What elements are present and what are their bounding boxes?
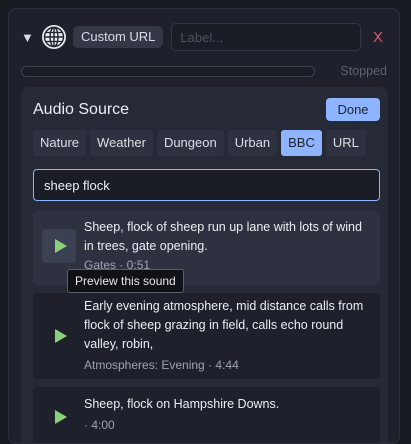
globe-icon [42,25,66,49]
result-meta: Atmospheres: Evening · 4:44 [84,358,239,372]
category-tabs: Nature Weather Dungeon Urban BBC URL [33,130,366,156]
progress-bar [21,65,315,77]
result-title: Sheep, flock on Hampshire Downs. [84,397,280,411]
tab-dungeon[interactable]: Dungeon [156,130,224,156]
play-button[interactable] [42,400,76,434]
triangle-down-icon[interactable]: ▼ [21,31,35,44]
tab-url[interactable]: URL [325,130,366,156]
play-button[interactable] [42,229,76,263]
tab-nature[interactable]: Nature [33,130,87,156]
tab-urban[interactable]: Urban [227,130,278,156]
play-icon [54,410,67,424]
audio-source-box: Audio Source Done Nature Weather Dungeon… [21,87,388,443]
status-row: Stopped [21,63,387,79]
source-type-badge: Custom URL [73,26,164,48]
status-text: Stopped [340,64,387,78]
play-button[interactable] [42,319,76,353]
tab-weather[interactable]: Weather [90,130,153,156]
panel-header: ▼ Custom URL X [21,23,387,51]
label-input[interactable] [171,23,362,51]
result-item[interactable]: Early evening atmosphere, mid distance c… [33,293,380,379]
play-icon [54,239,67,253]
preview-tooltip: Preview this sound [67,269,184,293]
search-input[interactable] [33,169,380,201]
result-title: Sheep, flock of sheep run up lane with l… [84,220,362,253]
audio-source-title: Audio Source [33,101,130,118]
result-meta: · 4:00 [84,418,115,432]
done-button[interactable]: Done [326,98,380,121]
play-icon [54,329,67,343]
result-item[interactable]: Sheep, flock on Hampshire Downs. · 4:00 [33,387,380,443]
result-title: Early evening atmosphere, mid distance c… [84,299,364,351]
sound-panel: ▼ Custom URL X Stopped Audio Source Done… [8,8,400,444]
tab-bbc[interactable]: BBC [281,130,322,156]
close-button[interactable]: X [373,29,383,46]
